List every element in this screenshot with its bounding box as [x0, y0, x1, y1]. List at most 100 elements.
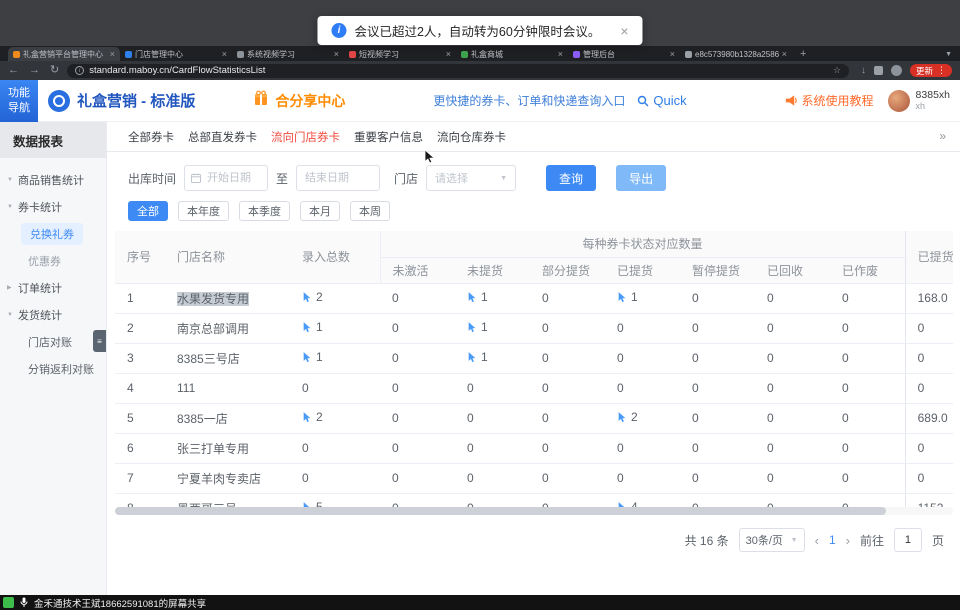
tab-close-icon[interactable]: × [446, 50, 451, 59]
page-tab[interactable]: 流向门店券卡 [271, 129, 340, 145]
sidebar-item[interactable]: 分销返利对账 [0, 355, 106, 382]
tab-close-icon[interactable]: × [782, 50, 787, 59]
quick-filter-pill[interactable]: 本月 [300, 201, 340, 221]
browser-tab[interactable]: 系统视频学习× [232, 47, 344, 61]
sidebar-item[interactable]: ▼商品销售统计 [0, 166, 106, 193]
current-page[interactable]: 1 [829, 533, 836, 547]
store-name[interactable]: 水果发货专用 [177, 292, 249, 306]
quick-filter-pill[interactable]: 全部 [128, 201, 168, 221]
horizontal-scrollbar[interactable] [115, 507, 953, 515]
count-value[interactable]: 1 [316, 350, 323, 364]
profile-avatar-icon[interactable] [891, 65, 902, 76]
count-value[interactable]: 1 [481, 350, 488, 364]
count-value[interactable]: 1 [481, 320, 488, 334]
sidebar-item[interactable]: ▼发货统计 [0, 301, 106, 328]
count-link-icon[interactable] [302, 292, 312, 303]
scrollbar-thumb[interactable] [115, 507, 886, 515]
store-name[interactable]: 南京总部调用 [177, 322, 249, 336]
browser-tab[interactable]: 礼盒营销平台管理中心× [8, 47, 120, 61]
collapse-panel-button[interactable]: » [939, 129, 944, 143]
store-name[interactable]: 张三打单专用 [177, 442, 249, 456]
site-info-icon[interactable]: i [75, 66, 84, 75]
count-value[interactable]: 5 [316, 500, 323, 507]
microphone-icon[interactable] [20, 597, 28, 608]
prev-page-icon[interactable]: ‹ [815, 533, 819, 548]
tutorial-link[interactable]: 系统使用教程 [784, 92, 874, 109]
goto-page-input[interactable] [894, 528, 922, 552]
browser-tab[interactable]: e8c573980b1328a2586d2e6i× [680, 47, 792, 61]
count-link-icon[interactable] [302, 322, 312, 333]
browser-tab[interactable]: 管理后台× [568, 47, 680, 61]
nav-toggle-line1: 功能 [8, 86, 30, 101]
count-value: 0 [842, 471, 849, 485]
extensions-icon[interactable] [874, 66, 883, 75]
store-name[interactable]: 111 [177, 381, 195, 395]
sidebar-item[interactable]: ▼券卡统计 [0, 193, 106, 220]
quick-filter-pill[interactable]: 本季度 [239, 201, 290, 221]
browser-tab[interactable]: 门店管理中心× [120, 47, 232, 61]
store-name[interactable]: 8385三号店 [177, 352, 240, 366]
new-tab-button[interactable]: + [800, 48, 806, 60]
browser-tab[interactable]: 礼盒商城× [456, 47, 568, 61]
count-value[interactable]: 2 [631, 410, 638, 424]
quick-search[interactable]: Quick [637, 93, 686, 108]
count-link-icon[interactable] [467, 352, 477, 363]
count-link-icon[interactable] [467, 322, 477, 333]
tab-close-icon[interactable]: × [222, 50, 227, 59]
nav-toggle-button[interactable]: 功能 导航 [0, 80, 38, 122]
count-value: 0 [692, 471, 699, 485]
store-select[interactable]: 请选择 ▼ [426, 165, 516, 191]
browser-menu-icon[interactable]: ⋮ [937, 65, 946, 76]
reload-icon[interactable]: ↻ [50, 65, 59, 76]
download-icon[interactable]: ↓ [861, 66, 866, 76]
tab-search-icon[interactable]: ▼ [945, 51, 952, 58]
page-tab[interactable]: 总部直发券卡 [188, 129, 257, 145]
count-link-icon[interactable] [617, 292, 627, 303]
count-link-icon[interactable] [302, 352, 312, 363]
status-count-cell: 0 [455, 463, 530, 493]
sidebar-collapse-handle[interactable]: ≡ [93, 330, 106, 352]
count-link-icon[interactable] [467, 292, 477, 303]
store-name[interactable]: 宁夏羊肉专卖店 [177, 472, 261, 486]
page-tab[interactable]: 流向仓库券卡 [437, 129, 506, 145]
next-page-icon[interactable]: › [846, 533, 850, 548]
tab-close-icon[interactable]: × [670, 50, 675, 59]
user-box[interactable]: 8385xh xh [888, 89, 950, 111]
count-value[interactable]: 2 [316, 290, 323, 304]
page-size-select[interactable]: 30条/页 ▼ [739, 528, 805, 552]
sidebar-item[interactable]: 门店对账 [0, 328, 106, 355]
page-tab[interactable]: 全部券卡 [128, 129, 174, 145]
amount-cell: 1152 [905, 493, 953, 507]
share-center-link[interactable]: 合分享中心 [253, 90, 345, 111]
sidebar-item[interactable]: 优惠券 [0, 247, 106, 274]
count-cell-content: 5 [302, 500, 323, 507]
end-date-input[interactable] [296, 165, 380, 191]
forward-icon[interactable]: → [29, 65, 40, 76]
count-cell-content: 0 [467, 441, 474, 455]
count-value[interactable]: 1 [631, 290, 638, 304]
count-value[interactable]: 1 [316, 320, 323, 334]
tab-close-icon[interactable]: × [110, 50, 115, 59]
count-value[interactable]: 4 [631, 500, 638, 507]
search-button[interactable]: 查询 [546, 165, 596, 191]
bookmark-star-icon[interactable]: ☆ [833, 65, 841, 76]
toast-close-icon[interactable]: × [620, 23, 628, 39]
export-button[interactable]: 导出 [616, 165, 666, 191]
count-link-icon[interactable] [302, 412, 312, 423]
count-value[interactable]: 2 [316, 410, 323, 424]
update-button[interactable]: 更新 ⋮ [910, 64, 952, 77]
quick-filter-pill[interactable]: 本周 [350, 201, 390, 221]
tab-close-icon[interactable]: × [558, 50, 563, 59]
quick-filter-pill[interactable]: 本年度 [178, 201, 229, 221]
tab-close-icon[interactable]: × [334, 50, 339, 59]
store-name[interactable]: 8385一店 [177, 412, 228, 426]
page-tab[interactable]: 重要客户信息 [354, 129, 423, 145]
count-value[interactable]: 1 [481, 290, 488, 304]
browser-tab[interactable]: 短视频学习× [344, 47, 456, 61]
count-link-icon[interactable] [617, 412, 627, 423]
sidebar-item[interactable]: ▶订单统计 [0, 274, 106, 301]
sidebar-item[interactable]: 兑换礼券 [0, 220, 106, 247]
url-bar[interactable]: i standard.maboy.cn/CardFlowStatisticsLi… [67, 64, 849, 78]
tutorial-label: 系统使用教程 [802, 92, 874, 109]
back-icon[interactable]: ← [8, 65, 19, 76]
